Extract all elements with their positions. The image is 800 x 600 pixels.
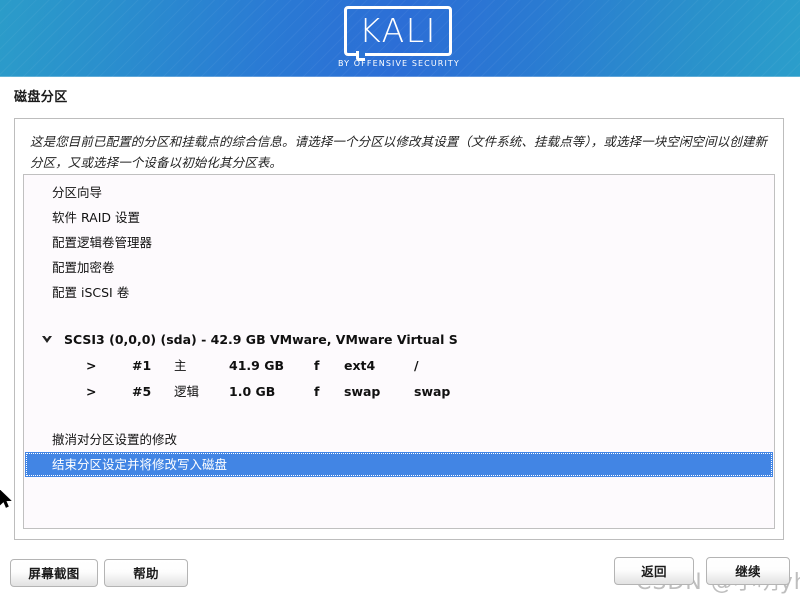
back-button[interactable]: 返回 bbox=[614, 557, 694, 585]
list-item-finish-partitioning[interactable]: 结束分区设定并将修改写入磁盘 bbox=[25, 452, 773, 477]
partition-type: 逻辑 bbox=[174, 384, 200, 399]
list-item-software-raid[interactable]: 软件 RAID 设置 bbox=[24, 205, 774, 230]
partition-flag: f bbox=[314, 384, 320, 399]
partition-type: 主 bbox=[174, 358, 187, 373]
disk-label: SCSI3 (0,0,0) (sda) - 42.9 GB VMware, VM… bbox=[64, 332, 458, 347]
partitioning-panel: 这是您目前已配置的分区和挂载点的综合信息。请选择一个分区以修改其设置（文件系统、… bbox=[14, 118, 784, 540]
partition-number: #1 bbox=[132, 358, 152, 373]
partition-mountpoint: / bbox=[414, 358, 419, 373]
list-item-configure-lvm[interactable]: 配置逻辑卷管理器 bbox=[24, 230, 774, 255]
installer-screen: KALI BY OFFENSIVE SECURITY 磁盘分区 这是您目前已配置… bbox=[0, 0, 800, 600]
table-row[interactable]: > #5 逻辑 1.0 GB f swap swap bbox=[24, 379, 774, 405]
banner-divider bbox=[0, 76, 800, 77]
table-row[interactable]: > #1 主 41.9 GB f ext4 / bbox=[24, 353, 774, 379]
screenshot-button[interactable]: 屏幕截图 bbox=[10, 559, 98, 587]
list-item-partition-wizard[interactable]: 分区向导 bbox=[24, 180, 774, 205]
mouse-cursor-icon bbox=[0, 490, 12, 508]
partition-size: 1.0 GB bbox=[229, 384, 276, 399]
partition-filesystem: ext4 bbox=[344, 358, 376, 373]
list-gap-before-actions bbox=[24, 405, 774, 427]
page-title: 磁盘分区 bbox=[14, 90, 68, 105]
partition-flag: f bbox=[314, 358, 320, 373]
help-button[interactable]: 帮助 bbox=[104, 559, 188, 587]
chevron-down-icon[interactable] bbox=[42, 335, 52, 343]
partition-mountpoint: swap bbox=[414, 384, 451, 399]
logo-wordmark: KALI bbox=[359, 11, 437, 50]
continue-button[interactable]: 继续 bbox=[706, 557, 790, 585]
kali-banner: KALI BY OFFENSIVE SECURITY bbox=[0, 0, 800, 77]
kali-logo: KALI BY OFFENSIVE SECURITY bbox=[338, 6, 459, 74]
list-item-configure-encrypted-volumes[interactable]: 配置加密卷 bbox=[24, 255, 774, 280]
panel-description: 这是您目前已配置的分区和挂载点的综合信息。请选择一个分区以修改其设置（文件系统、… bbox=[30, 134, 768, 170]
disk-row-sda[interactable]: SCSI3 (0,0,0) (sda) - 42.9 GB VMware, VM… bbox=[24, 327, 774, 353]
partition-number: #5 bbox=[132, 384, 152, 399]
list-item-configure-iscsi[interactable]: 配置 iSCSI 卷 bbox=[24, 280, 774, 305]
partition-filesystem: swap bbox=[344, 384, 381, 399]
logo-tagline: BY OFFENSIVE SECURITY bbox=[338, 59, 460, 68]
list-gap-before-disk bbox=[24, 305, 774, 327]
partition-listbox[interactable]: 分区向导 软件 RAID 设置 配置逻辑卷管理器 配置加密卷 配置 iSCSI … bbox=[23, 174, 775, 529]
list-item-undo-changes[interactable]: 撤消对分区设置的修改 bbox=[24, 427, 774, 452]
partition-expand-marker[interactable]: > bbox=[86, 353, 96, 379]
partition-expand-marker[interactable]: > bbox=[86, 379, 96, 405]
partition-size: 41.9 GB bbox=[229, 358, 284, 373]
